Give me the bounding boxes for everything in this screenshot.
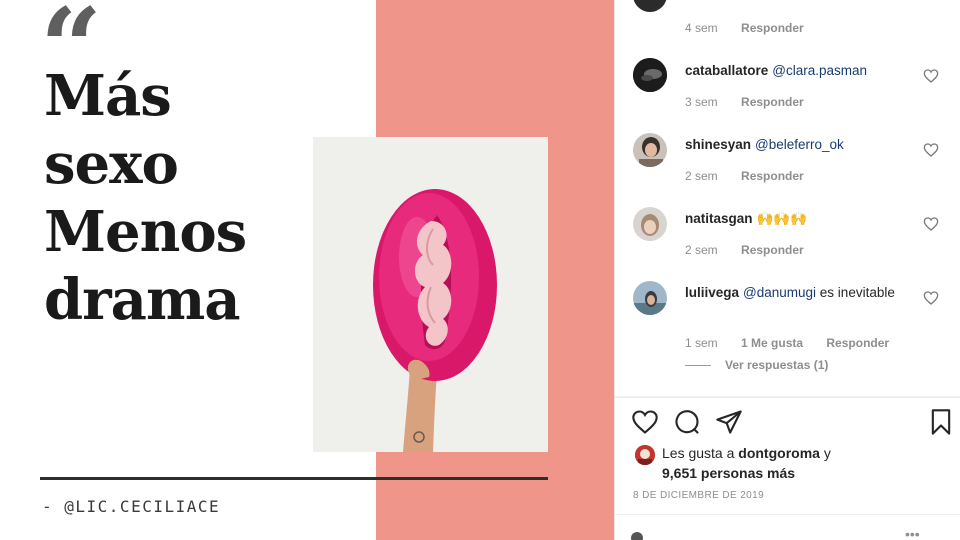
- share-icon[interactable]: [715, 408, 743, 436]
- comment-mention[interactable]: @clara.pasman: [772, 63, 867, 78]
- liker-username[interactable]: dontgoroma: [738, 445, 820, 461]
- comment-username[interactable]: natitasgan: [685, 211, 753, 226]
- comment-likes[interactable]: 1 Me gusta: [741, 336, 803, 350]
- comment-meta: 2 sem Responder: [685, 169, 824, 183]
- headline-line: sexo: [44, 131, 179, 197]
- comment-mention[interactable]: @beleferro_ok: [755, 137, 844, 152]
- headline-line: Menos: [44, 199, 247, 265]
- bookmark-icon[interactable]: [927, 408, 955, 436]
- comment-username[interactable]: cataballatore: [685, 63, 768, 78]
- headline-line: Más: [44, 63, 172, 129]
- likes-count[interactable]: 9,651 personas más: [662, 465, 795, 481]
- likes-prefix: Les gusta a: [662, 445, 739, 461]
- liker-avatar: [635, 445, 655, 465]
- view-replies-button[interactable]: Ver respuestas (1): [685, 358, 828, 372]
- comment-body: shinesyan @beleferro_ok: [685, 135, 925, 154]
- avatar[interactable]: [633, 133, 667, 167]
- comment-time: 1 sem: [685, 336, 718, 350]
- avatar: [631, 532, 643, 540]
- avatar-image: [633, 207, 667, 241]
- comment-meta: 3 sem Responder: [685, 95, 824, 109]
- likes-summary[interactable]: Les gusta a dontgoroma y 9,651 personas …: [635, 443, 935, 483]
- author-handle: - @LIC.CECILIACE: [42, 497, 221, 516]
- avatar[interactable]: [633, 58, 667, 92]
- comment-body: natitasgan 🙌🙌🙌: [685, 209, 925, 228]
- comment-emoji-text: 🙌🙌🙌: [756, 211, 807, 226]
- reply-button[interactable]: Responder: [741, 95, 804, 109]
- comment-meta: 4 sem Responder: [685, 21, 824, 35]
- comment-username[interactable]: luliivega: [685, 285, 739, 300]
- reply-button[interactable]: Responder: [826, 336, 889, 350]
- comment-time: 2 sem: [685, 169, 718, 183]
- reply-button[interactable]: Responder: [741, 21, 804, 35]
- headline: Más sexo Menos drama: [44, 62, 247, 334]
- avatar-image: [633, 133, 667, 167]
- replies-dash: [685, 365, 711, 367]
- liker-avatar-image: [635, 445, 655, 465]
- avatar[interactable]: [633, 207, 667, 241]
- comment-body: cataballatore @clara.pasman: [685, 61, 925, 80]
- heart-icon[interactable]: [923, 142, 939, 158]
- comment-meta: 1 sem 1 Me gusta Responder: [685, 336, 909, 350]
- comment-time: 3 sem: [685, 95, 718, 109]
- post-image[interactable]: “ Más sexo Menos drama - @LIC.CECILIACE: [0, 0, 614, 540]
- avatar-image: [633, 281, 667, 315]
- divider: [40, 477, 548, 480]
- reply-button[interactable]: Responder: [741, 243, 804, 257]
- pillow-illustration: [313, 137, 548, 452]
- pillow-photo: [313, 137, 548, 452]
- comment-text: es inevitable: [819, 285, 895, 300]
- heart-icon[interactable]: [923, 290, 939, 306]
- avatar-image: [633, 58, 667, 92]
- comment-username[interactable]: shinesyan: [685, 137, 751, 152]
- avatar[interactable]: [633, 281, 667, 315]
- more-icon[interactable]: •••: [905, 526, 920, 540]
- comments-panel: 4 sem Responder cataballatore @clara.pasm…: [614, 0, 960, 540]
- footer-divider: [615, 514, 960, 515]
- post-date: 8 DE DICIEMBRE DE 2019: [633, 490, 765, 501]
- comment-body: luliivega @danumugi es inevitable: [685, 283, 925, 302]
- heart-icon[interactable]: [631, 408, 659, 436]
- comment-icon[interactable]: [673, 408, 701, 436]
- action-bar-divider: [615, 396, 960, 398]
- heart-icon[interactable]: [923, 216, 939, 232]
- view-replies-label: Ver respuestas (1): [725, 358, 829, 372]
- heart-icon[interactable]: [923, 68, 939, 84]
- comment-time: 4 sem: [685, 21, 718, 35]
- comment-time: 2 sem: [685, 243, 718, 257]
- comment-mention[interactable]: @danumugi: [743, 285, 816, 300]
- comment-meta: 2 sem Responder: [685, 243, 824, 257]
- likes-text: Les gusta a dontgoroma y 9,651 personas …: [635, 443, 935, 483]
- reply-button[interactable]: Responder: [741, 169, 804, 183]
- avatar[interactable]: [633, 0, 667, 12]
- likes-middle: y: [819, 445, 831, 461]
- headline-line: drama: [44, 267, 240, 333]
